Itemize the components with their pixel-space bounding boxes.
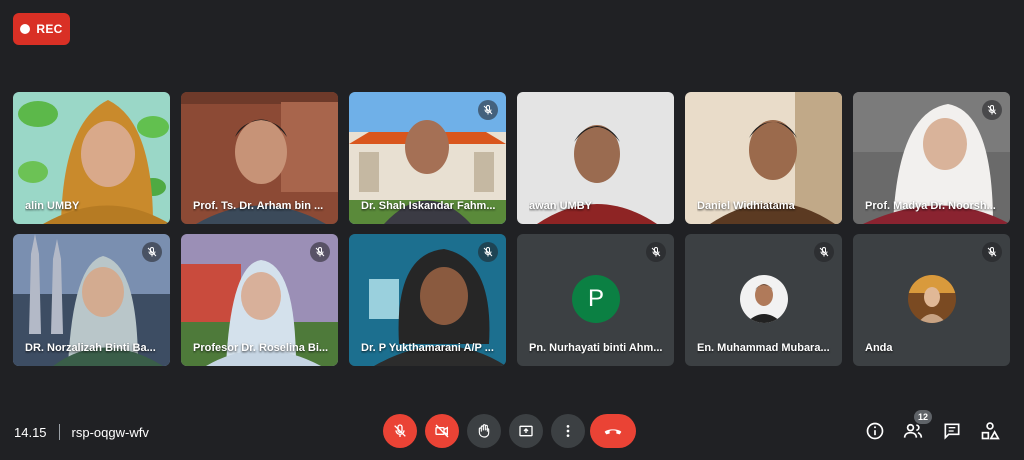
more-options-icon (566, 425, 570, 437)
participant-tile[interactable]: Dr. P Yukthamarani A/P ... (349, 234, 506, 366)
participant-avatar (908, 275, 956, 323)
participant-name: Dr. Shah Iskandar Fahm... (361, 200, 496, 212)
participant-name: Daniel Widhiatama (697, 200, 795, 212)
chat-button[interactable] (941, 420, 963, 442)
meeting-details-button[interactable] (864, 420, 886, 442)
participant-tile[interactable]: DR. Norzalizah Binti Ba... (13, 234, 170, 366)
divider (58, 424, 60, 440)
participant-tile[interactable]: Profesor Dr. Roselina Bi... (181, 234, 338, 366)
people-count-badge: 12 (914, 410, 932, 424)
mic-off-icon (982, 100, 1002, 120)
people-icon (903, 423, 923, 438)
participant-name: Dr. P Yukthamarani A/P ... (361, 342, 494, 354)
mic-off-icon (478, 242, 498, 262)
raise-hand-icon (478, 424, 490, 438)
more-options-button[interactable] (551, 414, 585, 448)
participant-grid: alin UMBY Prof. Ts. Dr. Arham bin ... Dr… (13, 92, 1011, 366)
participant-avatar (740, 275, 788, 323)
participant-tile[interactable]: Dr. Shah Iskandar Fahm... (349, 92, 506, 224)
participant-avatar: P (572, 275, 620, 323)
chat-icon (944, 423, 960, 440)
hang-up-icon (604, 429, 622, 435)
camera-toggle-button[interactable] (425, 414, 459, 448)
activities-button[interactable] (979, 420, 1001, 442)
camera-off-icon (435, 424, 449, 438)
mic-off-icon (982, 242, 1002, 262)
mic-off-icon (646, 242, 666, 262)
participant-name: Profesor Dr. Roselina Bi... (193, 342, 329, 354)
participant-name: awan UMBY (529, 200, 592, 212)
mic-toggle-button[interactable] (383, 414, 417, 448)
bottom-toolbar: 14.15 rsp-oqgw-wfv 12 (0, 410, 1024, 452)
meeting-code: rsp-oqgw-wfv (71, 424, 149, 440)
participant-tile[interactable]: Prof. Madya Dr. Noorsh... (853, 92, 1010, 224)
leave-call-button[interactable] (590, 414, 636, 448)
mic-off-icon (814, 242, 834, 262)
participant-tile[interactable]: Prof. Ts. Dr. Arham bin ... (181, 92, 338, 224)
participant-name: Pn. Nurhayati binti Ahm... (529, 342, 663, 354)
mic-off-icon (478, 100, 498, 120)
mic-off-icon (142, 242, 162, 262)
meeting-details: 14.15 rsp-oqgw-wfv (14, 424, 149, 440)
participant-tile[interactable]: Anda (853, 234, 1010, 366)
recording-label: REC (36, 22, 63, 36)
participant-tile[interactable]: awan UMBY (517, 92, 674, 224)
recording-dot-icon (20, 24, 31, 34)
participant-tile[interactable]: Daniel Widhiatama (685, 92, 842, 224)
participant-name: DR. Norzalizah Binti Ba... (25, 342, 156, 354)
participant-name: alin UMBY (25, 200, 80, 212)
participant-name: Prof. Ts. Dr. Arham bin ... (193, 200, 324, 212)
participant-name: En. Muhammad Mubara... (697, 342, 830, 354)
activities-icon (981, 422, 1000, 440)
participant-tile[interactable]: P Pn. Nurhayati binti Ahm... (517, 234, 674, 366)
present-screen-button[interactable] (509, 414, 543, 448)
info-icon (866, 422, 884, 440)
participant-name: Anda (865, 342, 893, 354)
mic-off-icon (310, 242, 330, 262)
recording-indicator: REC (13, 13, 70, 45)
participant-tile[interactable]: En. Muhammad Mubara... (685, 234, 842, 366)
participant-tile[interactable]: alin UMBY (13, 92, 170, 224)
meeting-time: 14.15 (14, 424, 47, 440)
raise-hand-button[interactable] (467, 414, 501, 448)
participant-name: Prof. Madya Dr. Noorsh... (865, 200, 996, 212)
present-screen-icon (519, 425, 533, 437)
mic-off-icon (394, 424, 406, 437)
